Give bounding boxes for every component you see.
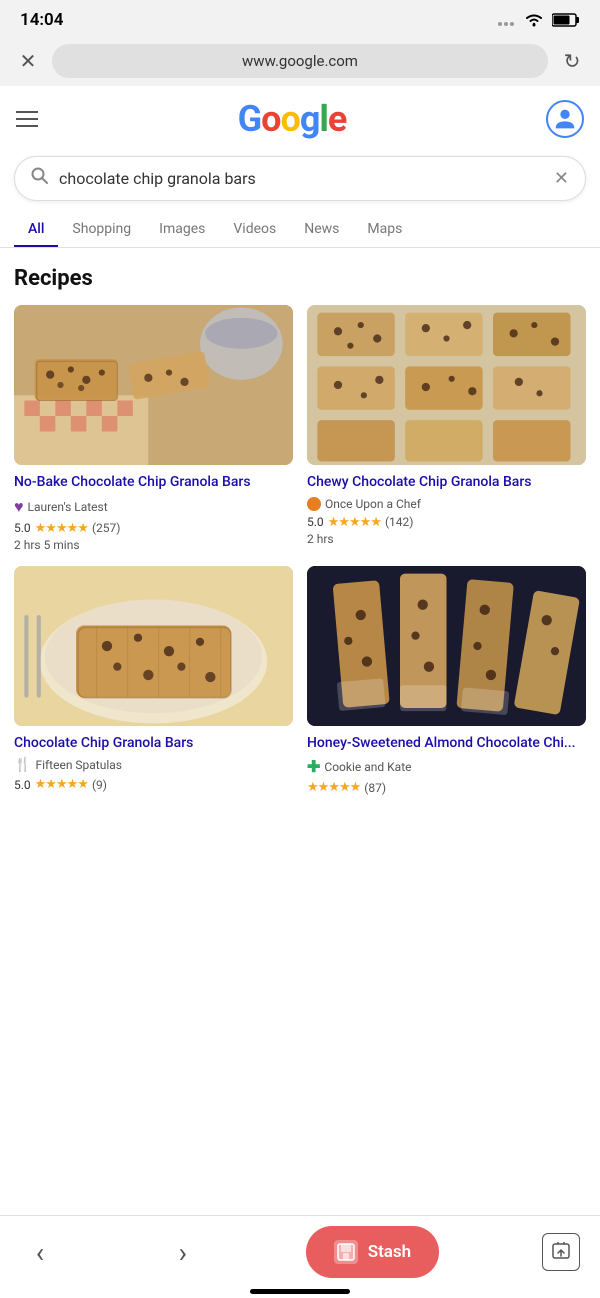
tab-all[interactable]: All [14,213,58,248]
bottom-navigation: ‹ › Stash [0,1215,600,1298]
home-indicator [0,1289,600,1294]
recipe-1-source: ♥ Lauren's Latest [14,497,293,517]
browser-close-button[interactable]: ✕ [14,49,42,73]
recipe-3-title: Chocolate Chip Granola Bars [14,734,293,754]
recipe-2-source-name: Once Upon a Chef [325,497,421,511]
recipe-1-count: (257) [92,521,121,535]
recipe-4-rating: ★★★★★ (87) [307,780,586,795]
recipe-3-score: 5.0 [14,778,31,792]
recipe-2-source-icon [307,497,321,511]
recipe-2-source: Once Upon a Chef [307,497,586,511]
profile-avatar-icon [551,105,579,133]
recipe-card-1[interactable]: No-Bake Chocolate Chip Granola Bars ♥ La… [14,305,293,552]
search-bar[interactable]: chocolate chip granola bars ✕ [14,156,586,201]
search-query-text: chocolate chip granola bars [59,169,544,188]
stash-save-icon [336,1242,356,1262]
recipe-1-source-icon: ♥ [14,497,24,517]
stash-button[interactable]: Stash [306,1226,439,1278]
hamburger-menu-button[interactable] [16,111,38,127]
recipe-2-score: 5.0 [307,515,324,529]
tab-shopping[interactable]: Shopping [58,213,145,248]
recipe-2-illustration [307,305,586,465]
signal-icon [498,14,516,26]
recipe-4-source-icon: ✚ [307,757,320,776]
stash-icon [334,1240,358,1264]
recipe-4-source-name: Cookie and Kate [324,760,411,774]
recipe-card-4[interactable]: Honey-Sweetened Almond Chocolate Chi... … [307,566,586,798]
recipe-image-2 [307,305,586,465]
share-button[interactable] [542,1233,580,1271]
recipe-3-source-icon: 🍴 [14,757,31,773]
search-clear-button[interactable]: ✕ [554,168,569,189]
tab-videos[interactable]: Videos [219,213,290,248]
recipe-image-4 [307,566,586,726]
tab-maps[interactable]: Maps [353,213,416,248]
recipes-section: Recipes [0,248,600,807]
recipe-4-stars: ★★★★★ [307,780,360,795]
recipe-3-count: (9) [92,778,107,792]
browser-refresh-button[interactable]: ↻ [558,49,586,73]
browser-url-bar[interactable]: www.google.com [52,44,548,78]
recipe-image-1 [14,305,293,465]
recipe-4-illustration [307,566,586,726]
recipe-card-2[interactable]: Chewy Chocolate Chip Granola Bars Once U… [307,305,586,552]
recipe-2-count: (142) [385,515,414,529]
recipe-1-title: No-Bake Chocolate Chip Granola Bars [14,473,293,493]
recipe-1-stars: ★★★★★ [35,521,88,536]
recipe-2-rating: 5.0 ★★★★★ (142) [307,515,586,530]
recipe-card-3[interactable]: Chocolate Chip Granola Bars 🍴 Fifteen Sp… [14,566,293,798]
recipe-2-stars: ★★★★★ [328,515,381,530]
google-header: Google [0,86,600,152]
recipe-1-score: 5.0 [14,521,31,535]
recipe-2-title: Chewy Chocolate Chip Granola Bars [307,473,586,493]
battery-icon [552,13,580,27]
stash-label: Stash [368,1242,411,1262]
recipe-3-rating: 5.0 ★★★★★ (9) [14,777,293,792]
recipe-image-3 [14,566,293,726]
recipe-4-title: Honey-Sweetened Almond Chocolate Chi... [307,734,586,754]
browser-bar: ✕ www.google.com ↻ [0,36,600,86]
recipe-3-illustration [14,566,293,726]
recipe-1-source-name: Lauren's Latest [28,500,108,514]
status-icons [498,13,580,27]
recipe-grid: No-Bake Chocolate Chip Granola Bars ♥ La… [14,305,586,797]
recipe-3-source: 🍴 Fifteen Spatulas [14,757,293,773]
home-bar [250,1289,350,1294]
recipe-1-rating: 5.0 ★★★★★ (257) [14,521,293,536]
status-bar: 14:04 [0,0,600,36]
tab-news[interactable]: News [290,213,353,248]
search-icon [31,167,49,190]
recipe-3-stars: ★★★★★ [35,777,88,792]
recipe-4-source: ✚ Cookie and Kate [307,757,586,776]
forward-button[interactable]: › [163,1236,203,1269]
google-logo: Google [238,98,347,140]
recipe-3-source-name: Fifteen Spatulas [35,758,122,772]
profile-button[interactable] [546,100,584,138]
recipe-1-time: 2 hrs 5 mins [14,538,293,552]
tab-images[interactable]: Images [145,213,219,248]
wifi-icon [524,13,544,27]
filter-tabs: All Shopping Images Videos News Maps [0,213,600,248]
recipe-1-illustration [14,305,293,465]
recipes-heading: Recipes [14,266,586,291]
recipe-2-time: 2 hrs [307,532,586,546]
recipe-4-count: (87) [364,781,386,795]
status-time: 14:04 [20,10,63,30]
share-icon [551,1242,571,1262]
back-button[interactable]: ‹ [20,1236,60,1269]
